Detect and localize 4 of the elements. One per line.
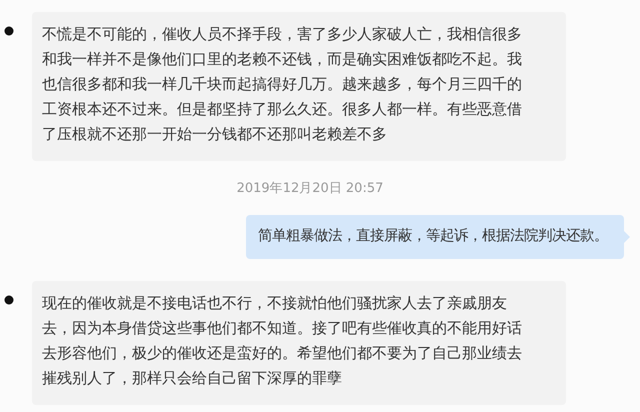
timestamp: 2019年12月20日 20:57 — [236, 181, 384, 196]
message-text: 简单粗暴做法，直接屏蔽，等起诉，根据法院判决还款。 — [258, 228, 608, 244]
message-text: 现在的催收就是不接电话也不行，不接就怕他们骚扰家人去了亲戚朋友去，因为本身借贷这些事他们都不知道。接了吧有些催收真的不能用好话去形容他们，极少的催收还是蛮好的。希望他们都不要为了自己那业绩去摧残别人了，那样只会给自己留下深厚的罪孽 — [42, 292, 523, 388]
message-text: 不慌是不可能的，催收人员不择手段，害了多少人家破人亡，我相信很多和我一样并不是像他们口里的老赖不还钱，而是确实困难饭都吃不起。我也信很多都和我一样几千块而起搞得好几万。越来越多，每个月三四千的工资根本还不过来。但是都坚持了那么久还。很多人都一样。有些恶意借了压根就不还那一开始一分钱都不还那叫老赖差不多 — [42, 24, 523, 145]
